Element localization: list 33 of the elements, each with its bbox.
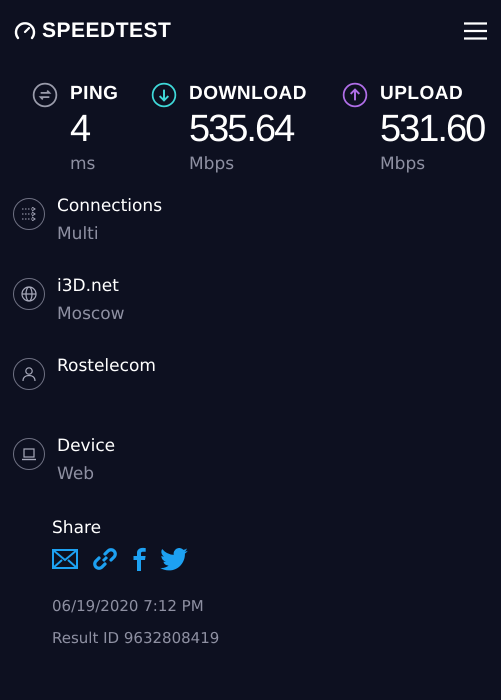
test-date: 06/19/2020 7:12 PM xyxy=(52,596,205,617)
email-icon[interactable] xyxy=(52,549,78,569)
detail-title: Connections xyxy=(57,195,162,218)
app-logo: SPEEDTEST xyxy=(42,19,172,43)
globe-icon xyxy=(21,286,37,302)
metric-unit: ms xyxy=(70,153,96,176)
gauge-icon xyxy=(14,21,36,41)
metric-unit: Mbps xyxy=(189,153,236,176)
metric-value: 535.64 xyxy=(189,107,295,152)
detail-subtitle: Moscow xyxy=(57,303,125,326)
detail-subtitle: Web xyxy=(57,463,96,486)
laptop-icon xyxy=(21,448,37,460)
arrows-icon xyxy=(21,207,37,221)
metric-label: DOWNLOAD xyxy=(189,82,307,106)
download-icon xyxy=(151,82,177,108)
metric-value: 531.60 xyxy=(380,107,484,152)
upload-icon xyxy=(342,82,368,108)
share-label: Share xyxy=(52,517,102,540)
twitter-icon[interactable] xyxy=(160,548,188,570)
result-id: Result ID 9632808419 xyxy=(52,628,220,649)
detail-title: i3D.net xyxy=(57,275,120,298)
metric-label: UPLOAD xyxy=(380,82,464,106)
link-icon[interactable] xyxy=(92,546,118,572)
facebook-icon[interactable] xyxy=(132,547,146,571)
metric-label: PING xyxy=(70,82,118,106)
ping-icon xyxy=(32,82,58,108)
detail-title: Device xyxy=(57,435,116,458)
metric-value: 4 xyxy=(70,107,91,152)
menu-icon[interactable] xyxy=(464,22,487,40)
detail-title: Rostelecom xyxy=(57,355,156,378)
person-icon xyxy=(21,366,37,382)
detail-subtitle: Multi xyxy=(57,223,100,246)
metric-unit: Mbps xyxy=(380,153,426,176)
